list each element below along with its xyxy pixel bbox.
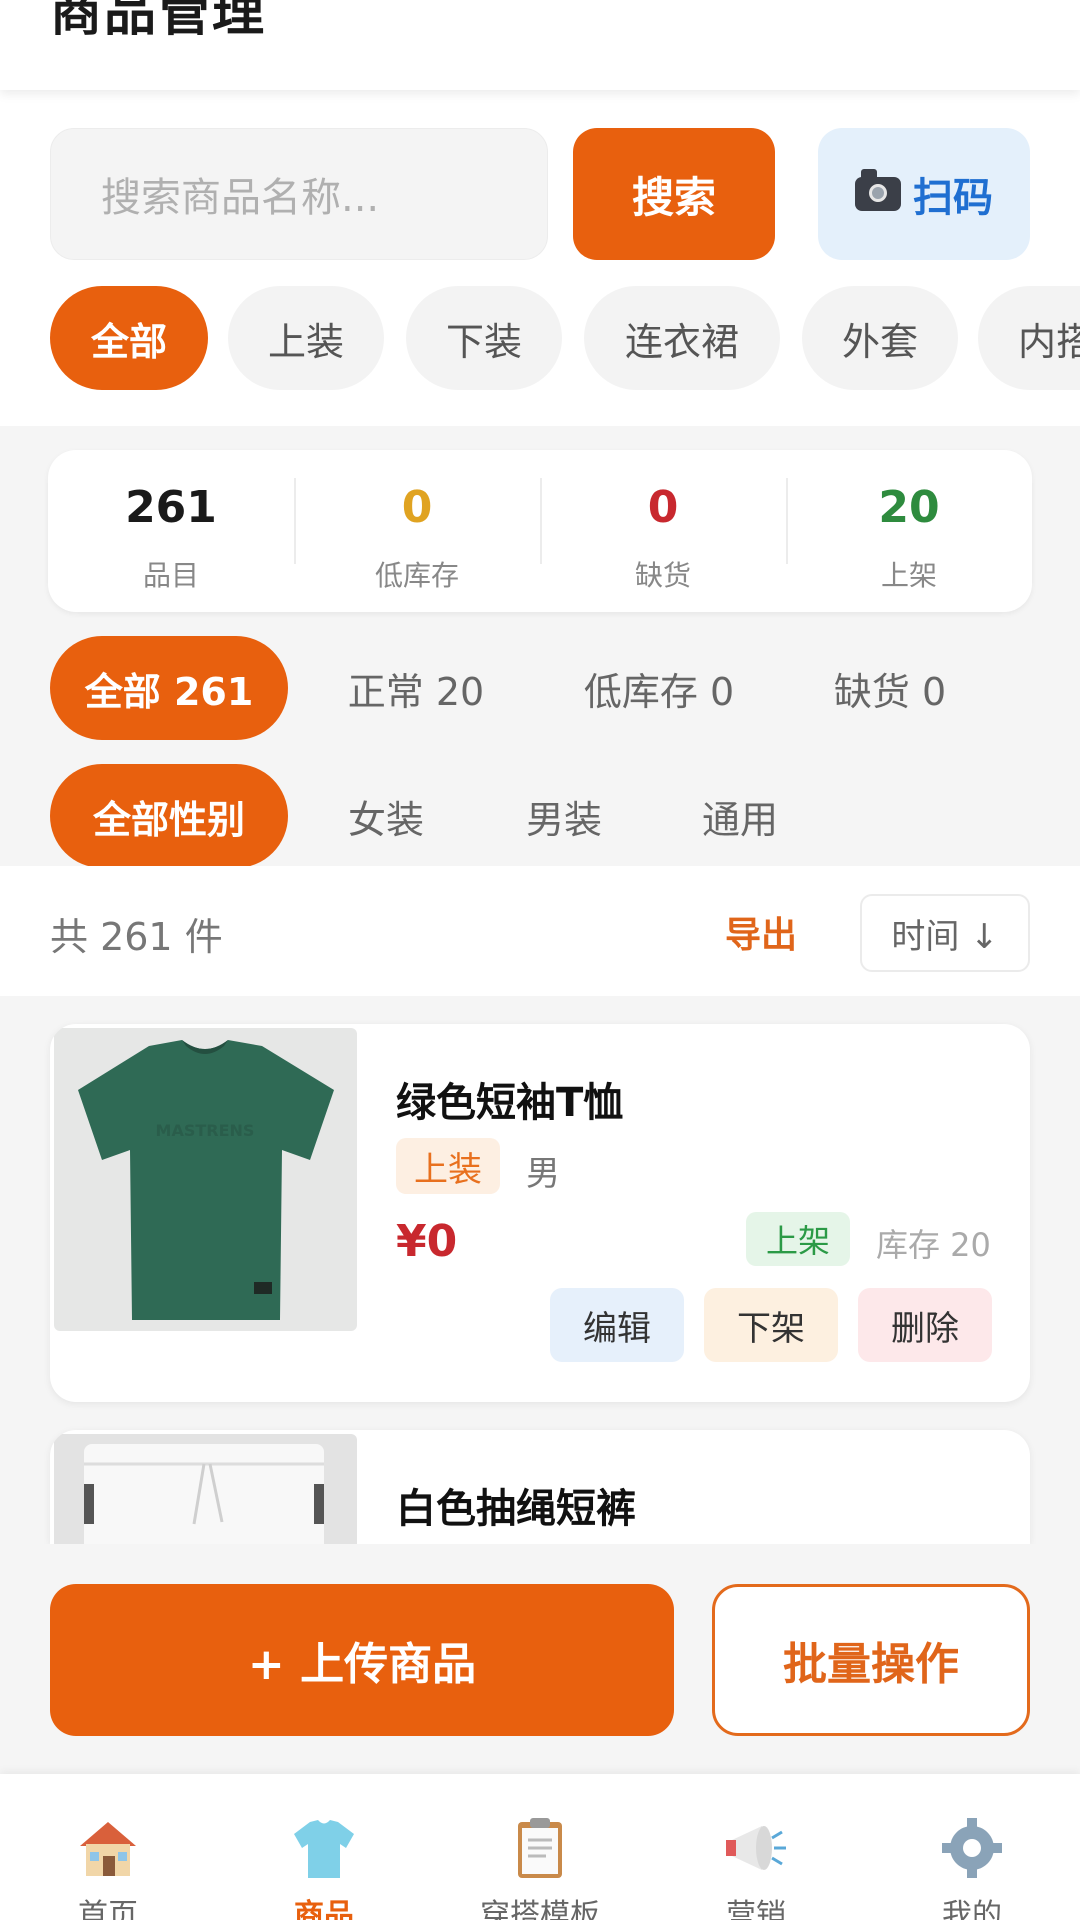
tshirt-icon: [294, 1820, 354, 1878]
stock-filter-low[interactable]: 低库存 0: [564, 636, 754, 740]
stat-items[interactable]: 261 品目: [48, 450, 294, 612]
delist-button[interactable]: 下架: [704, 1288, 838, 1362]
edit-button[interactable]: 编辑: [550, 1288, 684, 1362]
header: 商品管理: [0, 0, 1080, 90]
stock-filter-row: 全部 261 正常 20 低库存 0 缺货 0: [0, 636, 1080, 740]
filter-area: 搜索商品名称... 搜索 扫码 全部 上装 下装 连衣裙 外套 内搭: [0, 90, 1080, 426]
tab-label: 我的: [942, 1898, 1002, 1920]
tab-outfit-templates[interactable]: 穿搭模板: [432, 1774, 648, 1920]
gender-filter-male[interactable]: 男装: [496, 764, 632, 868]
tab-products[interactable]: 商品: [216, 1774, 432, 1920]
product-image-white-shorts: [54, 1434, 357, 1544]
product-price: ¥0: [396, 1216, 458, 1267]
stat-value: 0: [647, 482, 679, 533]
category-chip-innerwear[interactable]: 内搭: [978, 286, 1080, 390]
clipboard-icon: [518, 1818, 562, 1878]
scan-button[interactable]: 扫码: [818, 128, 1030, 260]
export-button[interactable]: 导出: [725, 906, 797, 958]
category-tag: 上装: [396, 1138, 500, 1194]
list-toolbar: 共 261 件 导出 时间 ↓: [0, 866, 1080, 996]
category-chip-tops[interactable]: 上装: [228, 286, 384, 390]
gender-filter-unisex[interactable]: 通用: [672, 764, 808, 868]
stat-out-of-stock[interactable]: 0 缺货: [540, 450, 786, 612]
tab-home[interactable]: 首页: [0, 1774, 216, 1920]
product-name: 绿色短袖T恤: [396, 1080, 624, 1126]
gender-filter-female[interactable]: 女装: [318, 764, 454, 868]
delete-button[interactable]: 删除: [858, 1288, 992, 1362]
category-chip-bottoms[interactable]: 下装: [406, 286, 562, 390]
gender-filter-all[interactable]: 全部性别: [50, 764, 288, 868]
stat-label: 低库存: [374, 559, 459, 592]
stat-listed[interactable]: 20 上架: [786, 450, 1032, 612]
upload-product-button[interactable]: + 上传商品: [50, 1584, 674, 1736]
stock-filter-normal[interactable]: 正常 20: [318, 636, 514, 740]
stat-value: 20: [878, 482, 940, 533]
category-chip-dresses[interactable]: 连衣裙: [584, 286, 780, 390]
search-button[interactable]: 搜索: [573, 128, 775, 260]
home-icon: [80, 1822, 136, 1876]
tab-label: 穿搭模板: [480, 1898, 600, 1920]
status-badge: 上架: [746, 1212, 850, 1266]
tab-label: 营销: [726, 1898, 786, 1920]
svg-text:MASTRENS: MASTRENS: [156, 1121, 255, 1140]
batch-operation-button[interactable]: 批量操作: [712, 1584, 1030, 1736]
megaphone-icon: [726, 1826, 786, 1870]
tab-label: 首页: [78, 1898, 138, 1920]
stock-filter-out[interactable]: 缺货 0: [810, 636, 970, 740]
stock-filter-all[interactable]: 全部 261: [50, 636, 288, 740]
stat-label: 品目: [142, 559, 199, 592]
stat-label: 上架: [880, 559, 937, 592]
search-input[interactable]: 搜索商品名称...: [50, 128, 548, 260]
product-card[interactable]: 白色抽绳短裤: [50, 1430, 1030, 1544]
product-image-green-tshirt: MASTRENS: [54, 1028, 357, 1331]
tab-marketing[interactable]: 营销: [648, 1774, 864, 1920]
tab-label: 商品: [294, 1898, 354, 1920]
stock-label: 库存 20: [876, 1226, 991, 1264]
bottom-action-bar: + 上传商品 批量操作: [0, 1544, 1080, 1774]
scan-label: 扫码: [913, 175, 993, 221]
category-chip-outerwear[interactable]: 外套: [802, 286, 958, 390]
stat-label: 缺货: [634, 559, 691, 592]
gear-icon: [942, 1818, 1002, 1878]
result-count: 共 261 件: [50, 915, 223, 959]
stat-low-stock[interactable]: 0 低库存: [294, 450, 540, 612]
stat-value: 0: [401, 482, 433, 533]
product-card[interactable]: MASTRENS 绿色短袖T恤 上装 男 ¥0 上架 库存 20 编辑 下架 删…: [50, 1024, 1030, 1402]
page-title: 商品管理: [50, 0, 267, 43]
stat-value: 261: [125, 482, 217, 533]
gender-label: 男: [526, 1154, 560, 1194]
category-chip-all[interactable]: 全部: [50, 286, 208, 390]
sort-button[interactable]: 时间 ↓: [860, 894, 1030, 972]
camera-icon: [855, 169, 901, 211]
tab-profile[interactable]: 我的: [864, 1774, 1080, 1920]
bottom-tab-bar: 首页 商品 穿搭模板 营销 我的: [0, 1774, 1080, 1920]
product-name: 白色抽绳短裤: [396, 1486, 636, 1532]
stats-card: 261 品目 0 低库存 0 缺货 20 上架: [48, 450, 1032, 612]
gender-filter-row: 全部性别 女装 男装 通用: [0, 764, 1080, 868]
category-chips: 全部 上装 下装 连衣裙 外套 内搭: [0, 286, 1080, 390]
